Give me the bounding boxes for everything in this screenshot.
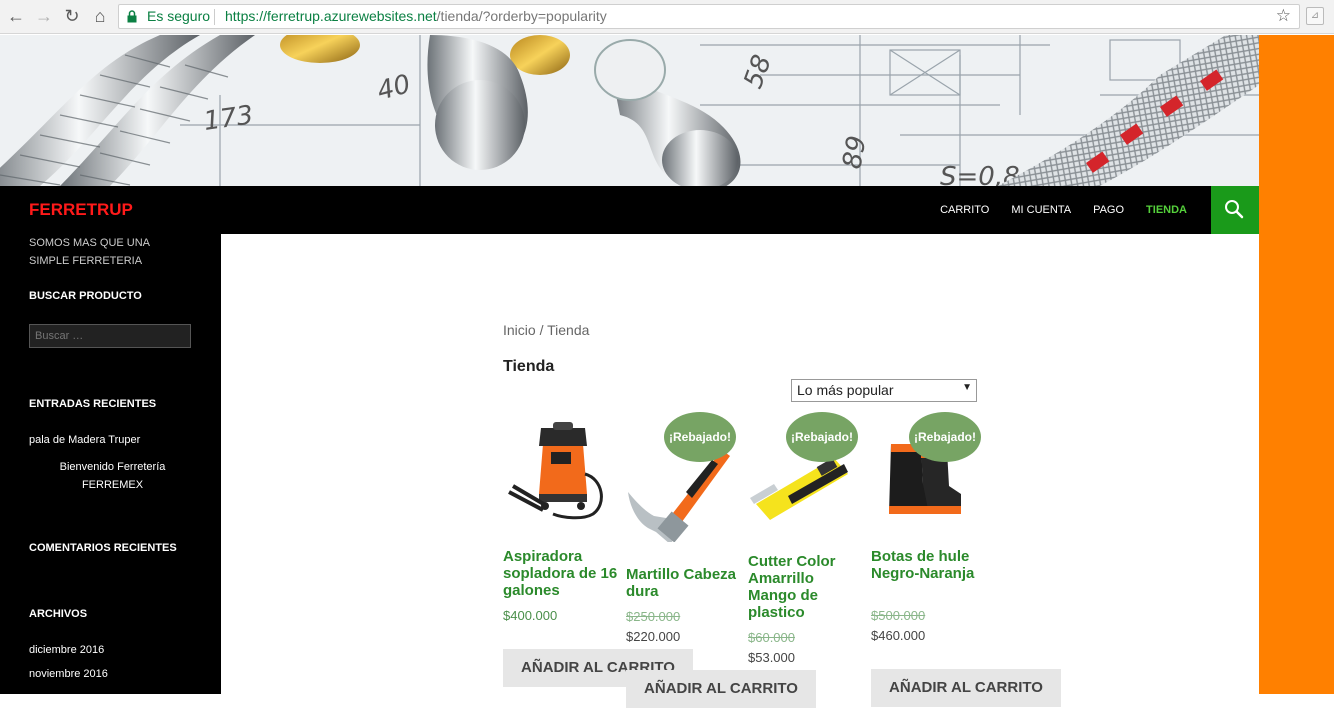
- home-icon[interactable]: ⌂: [90, 6, 110, 26]
- sidebar: SOMOS MAS QUE UNA SIMPLE FERRETERIA BUSC…: [0, 234, 221, 694]
- shop-main: Inicio / Tienda Tienda Lo más popular ▼ …: [221, 234, 1259, 708]
- right-accent-panel: [1259, 35, 1334, 694]
- main-menu: CARRITO MI CUENTA PAGO TIENDA: [929, 186, 1198, 234]
- widget-title-recent-comments: COMENTARIOS RECIENTES: [29, 542, 177, 554]
- product-price: $460.000: [871, 628, 926, 643]
- product-image-vacuum[interactable]: [503, 414, 613, 524]
- recent-post-link[interactable]: pala de Madera Truper: [29, 434, 140, 446]
- breadcrumb[interactable]: Inicio / Tienda: [503, 322, 589, 338]
- site-title[interactable]: FERRETRUP: [29, 200, 133, 220]
- menu-item-pago[interactable]: PAGO: [1082, 186, 1135, 234]
- header-banner-image: 173 40 58 S=0,8 89: [0, 35, 1259, 186]
- secure-label: Es seguro: [147, 8, 211, 24]
- sale-badge: ¡Rebajado!: [909, 412, 981, 462]
- site-navbar: FERRETRUP CARRITO MI CUENTA PAGO TIENDA: [0, 186, 1259, 234]
- svg-text:89: 89: [837, 133, 872, 171]
- search-toggle-button[interactable]: [1211, 186, 1259, 234]
- product-search-input[interactable]: [29, 324, 191, 348]
- menu-item-carrito[interactable]: CARRITO: [929, 186, 1000, 234]
- product-title[interactable]: Cutter Color Amarrillo Mango de plastico: [748, 553, 863, 621]
- omnibox-separator: [214, 9, 215, 25]
- product-title[interactable]: Botas de hule Negro-Naranja: [871, 548, 986, 582]
- browser-toolbar: ← → ↻ ⌂ Es seguro https://ferretrup.azur…: [0, 0, 1334, 34]
- url-text[interactable]: https://ferretrup.azurewebsites.net/tien…: [225, 8, 607, 24]
- widget-title-search: BUSCAR PRODUCTO: [29, 290, 142, 302]
- add-to-cart-button[interactable]: AÑADIR AL CARRITO: [871, 669, 1061, 707]
- reload-icon[interactable]: ↻: [62, 6, 82, 26]
- product-price: $400.000: [503, 608, 558, 623]
- orderby-select[interactable]: Lo más popular ▼: [791, 379, 977, 402]
- recent-post-link[interactable]: Bienvenido Ferretería FERREMEX: [45, 458, 180, 494]
- dropdown-caret-icon: ▼: [962, 382, 972, 393]
- lock-icon: [127, 10, 137, 23]
- address-bar[interactable]: Es seguro https://ferretrup.azurewebsite…: [118, 4, 1300, 29]
- product-price: $53.000: [748, 650, 795, 665]
- orderby-selected-value: Lo más popular: [797, 382, 894, 398]
- sale-badge: ¡Rebajado!: [664, 412, 736, 462]
- url-path: /tienda/?orderby=popularity: [436, 8, 607, 24]
- archive-link[interactable]: diciembre 2016: [29, 644, 104, 656]
- page-title: Tienda: [503, 358, 555, 375]
- widget-title-recent-posts: ENTRADAS RECIENTES: [29, 398, 157, 410]
- product-old-price: $60.000: [748, 630, 795, 645]
- back-arrow-icon[interactable]: ←: [6, 6, 26, 26]
- product-title[interactable]: Aspiradora sopladora de 16 galones: [503, 548, 618, 599]
- add-to-cart-button[interactable]: AÑADIR AL CARRITO: [626, 670, 816, 708]
- product-title[interactable]: Martillo Cabeza dura: [626, 566, 741, 600]
- site-tagline: SOMOS MAS QUE UNA SIMPLE FERRETERIA: [29, 237, 150, 267]
- menu-item-mi-cuenta[interactable]: MI CUENTA: [1000, 186, 1082, 234]
- menu-item-tienda[interactable]: TIENDA: [1135, 186, 1198, 234]
- widget-title-archives: ARCHIVOS: [29, 608, 88, 620]
- product-old-price: $250.000: [626, 609, 681, 624]
- url-host: https://ferretrup.azurewebsites.net: [225, 8, 437, 24]
- archive-link[interactable]: noviembre 2016: [29, 668, 108, 680]
- forward-arrow-icon[interactable]: →: [34, 6, 54, 26]
- bookmark-star-icon[interactable]: ☆: [1276, 6, 1291, 26]
- product-price: $220.000: [626, 629, 681, 644]
- product-old-price: $500.000: [871, 608, 926, 623]
- search-icon: [1225, 200, 1244, 219]
- sale-badge: ¡Rebajado!: [786, 412, 858, 462]
- pdf-extension-icon[interactable]: ⊿: [1306, 7, 1324, 25]
